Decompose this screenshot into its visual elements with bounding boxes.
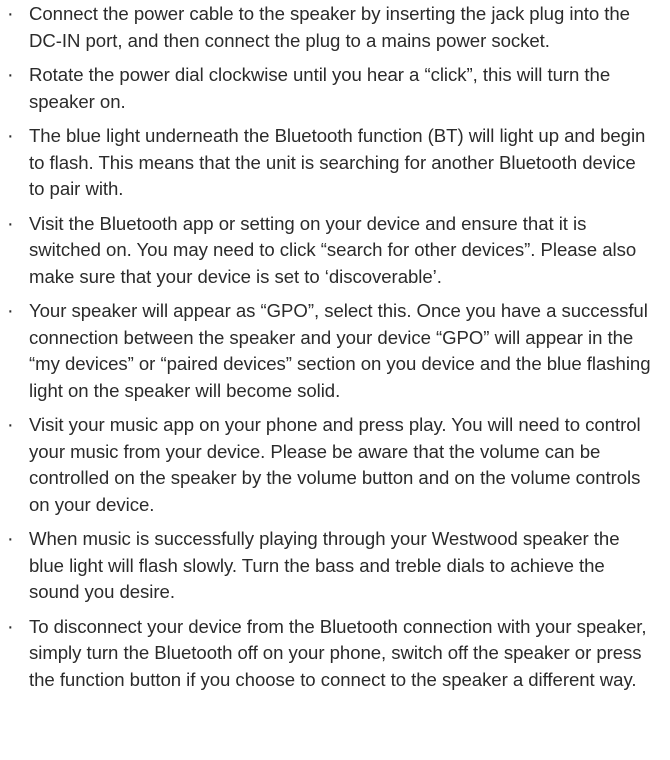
instruction-text: Visit the Bluetooth app or setting on yo…	[29, 212, 637, 287]
list-item: · Visit the Bluetooth app or setting on …	[6, 211, 656, 291]
bluetooth-instructions-list: · Connect the power cable to the speaker…	[6, 1, 656, 693]
list-item: · Rotate the power dial clockwise until …	[6, 62, 656, 115]
instruction-text: Visit your music app on your phone and p…	[29, 414, 641, 515]
list-item: · Connect the power cable to the speaker…	[6, 1, 656, 54]
bullet-point: ·	[7, 64, 14, 86]
instruction-text: Connect the power cable to the speaker b…	[29, 3, 630, 51]
list-item: · Visit your music app on your phone and…	[6, 412, 656, 518]
instruction-text: The blue light underneath the Bluetooth …	[29, 125, 646, 199]
instruction-text: To disconnect your device from the Bluet…	[29, 615, 647, 690]
list-item: · When music is successfully playing thr…	[6, 526, 656, 606]
instruction-text: When music is successfully playing throu…	[29, 528, 620, 602]
bullet-point: ·	[7, 125, 14, 147]
bullet-point: ·	[7, 212, 14, 235]
bullet-point: ·	[7, 615, 14, 638]
instruction-text: Your speaker will appear as “GPO”, selec…	[29, 300, 651, 401]
bullet-point: ·	[7, 300, 14, 322]
instructions-page: · Connect the power cable to the speaker…	[0, 0, 670, 760]
list-item: · To disconnect your device from the Blu…	[6, 614, 656, 694]
list-item: · Your speaker will appear as “GPO”, sel…	[6, 298, 656, 404]
bullet-point: ·	[7, 3, 14, 25]
list-item: · The blue light underneath the Bluetoot…	[6, 123, 656, 203]
bullet-point: ·	[7, 414, 14, 436]
bullet-point: ·	[7, 528, 14, 550]
instruction-text: Rotate the power dial clockwise until yo…	[29, 64, 611, 112]
